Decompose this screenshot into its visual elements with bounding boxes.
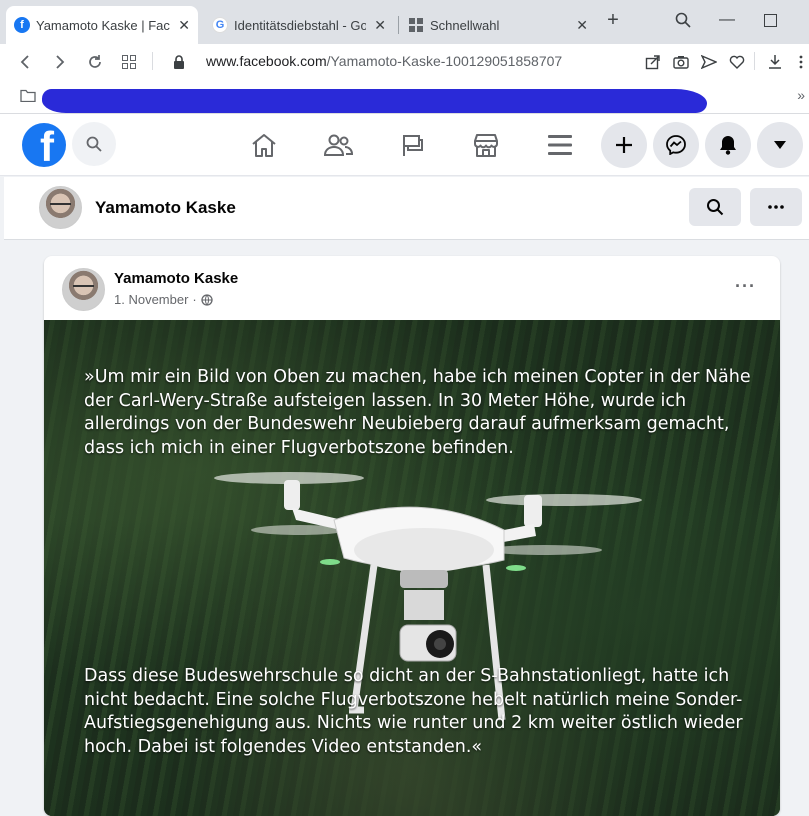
- home-icon[interactable]: [248, 130, 280, 160]
- maximize-icon[interactable]: [755, 8, 785, 32]
- divider: [152, 52, 153, 70]
- folder-icon[interactable]: [20, 89, 36, 107]
- post-more-icon[interactable]: ···: [735, 276, 756, 297]
- close-tab-icon[interactable]: ✕: [576, 17, 588, 34]
- tab-grid-icon[interactable]: [118, 51, 140, 73]
- tab-speed-dial[interactable]: Schnellwahl ✕: [400, 6, 596, 44]
- post-date[interactable]: 1. November: [114, 292, 188, 307]
- post-meta: 1. November ·: [114, 292, 213, 307]
- send-icon[interactable]: [698, 51, 720, 73]
- flag-icon[interactable]: [396, 130, 428, 160]
- back-icon[interactable]: [14, 51, 36, 73]
- url-field[interactable]: www.facebook.com/Yamamoto-Kaske-10012905…: [206, 53, 562, 69]
- tab-title: Identitätsdiebstahl - Go: [234, 17, 367, 33]
- post-avatar[interactable]: [62, 268, 105, 311]
- url-host: www.facebook.com: [206, 53, 327, 69]
- bookmarks-overflow-icon[interactable]: »: [797, 87, 805, 103]
- google-favicon-icon: G: [212, 17, 228, 33]
- close-tab-icon[interactable]: ✕: [374, 17, 386, 34]
- tab-divider: [398, 16, 399, 34]
- heart-icon[interactable]: [726, 51, 748, 73]
- tab-title: Schnellwahl: [430, 17, 500, 33]
- more-icon: [768, 205, 784, 209]
- divider: [754, 52, 755, 70]
- facebook-favicon-icon: f: [14, 17, 30, 33]
- bell-icon[interactable]: [705, 122, 751, 168]
- minimize-icon[interactable]: —: [712, 8, 742, 32]
- tab-facebook[interactable]: f Yamamoto Kaske | Faceb ✕: [6, 6, 198, 44]
- close-tab-icon[interactable]: ✕: [178, 17, 190, 34]
- lock-icon[interactable]: [168, 51, 190, 73]
- new-tab-icon[interactable]: +: [598, 8, 628, 32]
- search-tabs-icon[interactable]: [668, 8, 698, 32]
- tab-title: Yamamoto Kaske | Faceb: [36, 17, 171, 33]
- browser-tab-bar: f Yamamoto Kaske | Faceb ✕ G Identitätsd…: [0, 0, 809, 44]
- redaction-mark: [42, 89, 707, 113]
- caret-down-icon[interactable]: [757, 122, 803, 168]
- post-image[interactable]: »Um mir ein Bild von Oben zu machen, hab…: [44, 320, 780, 816]
- reload-icon[interactable]: [84, 51, 106, 73]
- search-icon[interactable]: [72, 122, 116, 166]
- plus-icon[interactable]: [601, 122, 647, 168]
- image-text-bottom: Dass diese Budeswehrschule so dicht an d…: [84, 666, 743, 757]
- address-bar-row: www.facebook.com/Yamamoto-Kaske-10012905…: [0, 44, 809, 78]
- page-title[interactable]: Yamamoto Kaske: [95, 198, 236, 218]
- meta-separator: ·: [192, 292, 197, 307]
- image-text-top: »Um mir ein Bild von Oben zu machen, hab…: [84, 367, 751, 458]
- search-icon: [707, 199, 724, 216]
- page-header: Yamamoto Kaske: [4, 177, 809, 240]
- page-more-button[interactable]: [750, 188, 802, 226]
- grid-favicon-icon: [408, 17, 424, 33]
- browser-menu-icon[interactable]: [790, 51, 809, 73]
- marketplace-icon[interactable]: [470, 130, 502, 160]
- messenger-icon[interactable]: [653, 122, 699, 168]
- forward-icon[interactable]: [49, 51, 71, 73]
- tab-google[interactable]: G Identitätsdiebstahl - Go ✕: [204, 6, 394, 44]
- menu-icon[interactable]: [544, 130, 576, 160]
- post-author[interactable]: Yamamoto Kaske: [114, 270, 238, 287]
- friends-icon[interactable]: [322, 130, 354, 160]
- facebook-logo-icon[interactable]: f: [22, 123, 66, 167]
- post-card: Yamamoto Kaske 1. November · ··· »Um mir…: [44, 256, 780, 816]
- share-icon[interactable]: [642, 51, 664, 73]
- url-path: /Yamamoto-Kaske-100129051858707: [326, 53, 563, 69]
- camera-icon[interactable]: [670, 51, 692, 73]
- page-search-button[interactable]: [689, 188, 741, 226]
- globe-icon: [201, 293, 213, 306]
- avatar[interactable]: [39, 186, 82, 229]
- facebook-top-nav: f: [0, 114, 809, 176]
- download-icon[interactable]: [764, 51, 786, 73]
